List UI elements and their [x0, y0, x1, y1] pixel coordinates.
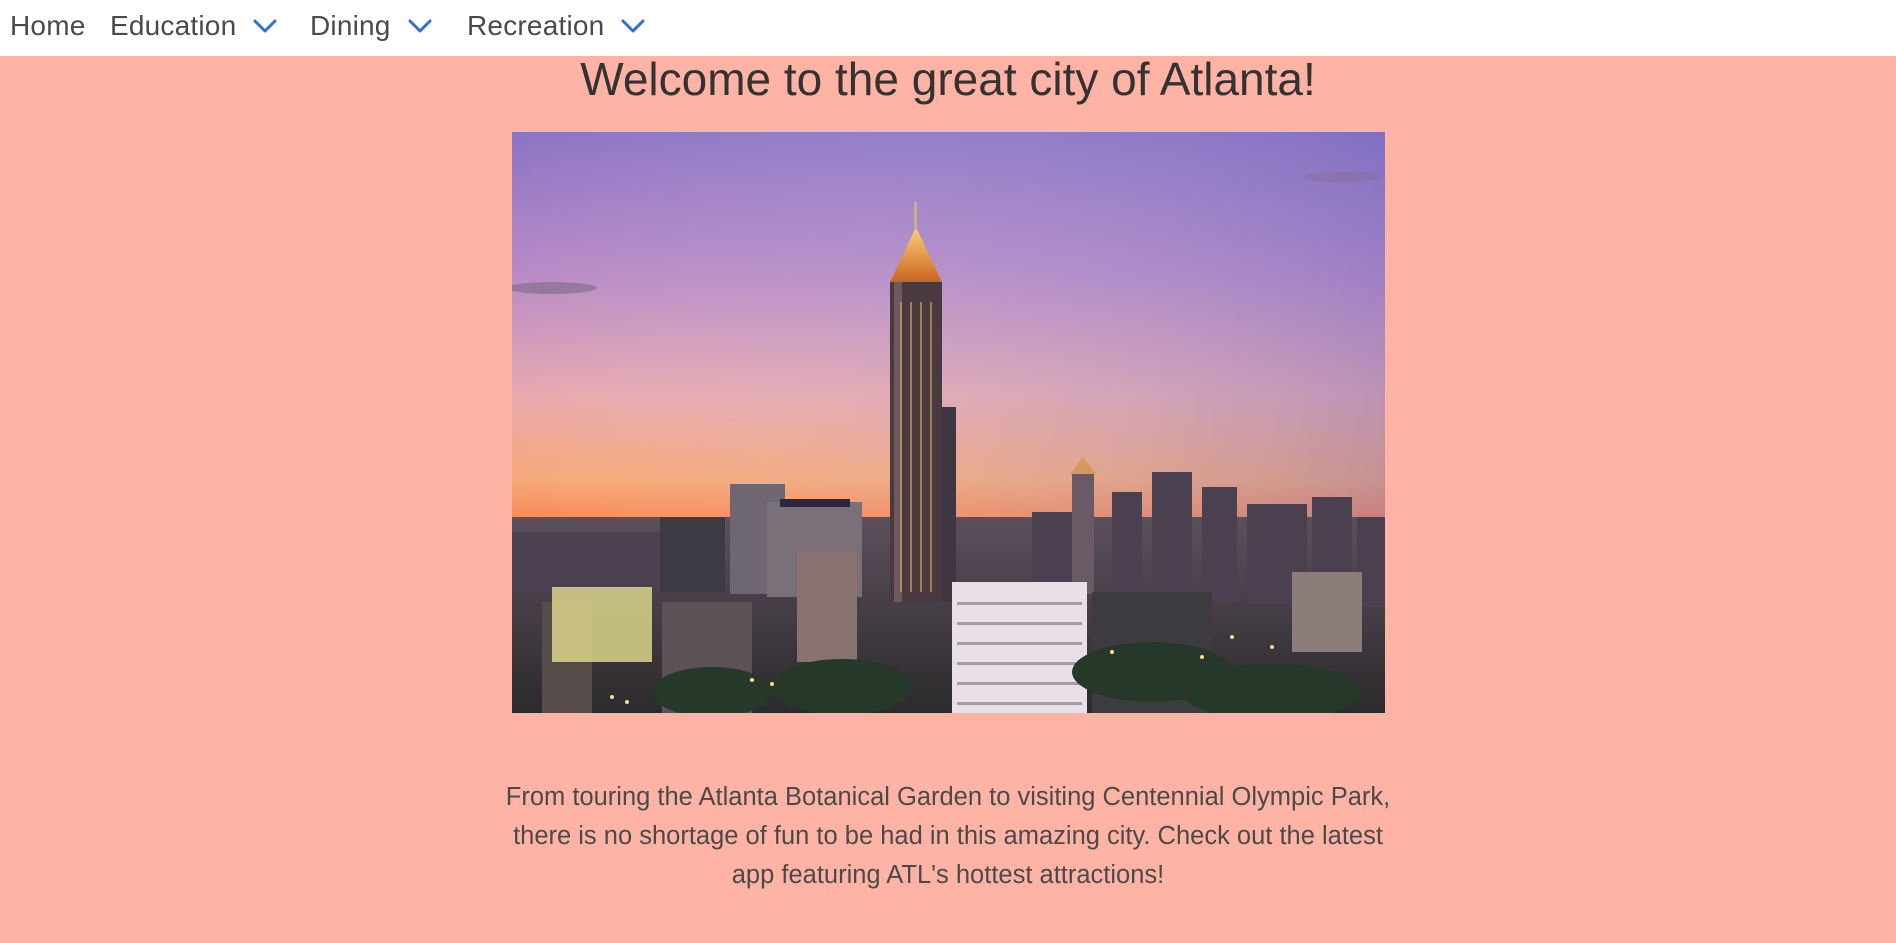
chevron-down-icon[interactable]: [618, 11, 648, 41]
nav-item-education-label: Education: [110, 10, 237, 41]
nav-item-dining-label: Dining: [310, 10, 391, 41]
top-navbar: Home Education Dining Recreation: [0, 0, 1896, 56]
nav-item-recreation-label: Recreation: [467, 10, 605, 41]
intro-paragraph: From touring the Atlanta Botanical Garde…: [505, 783, 1391, 889]
nav-item-education[interactable]: Education: [110, 10, 280, 42]
nav-item-dining[interactable]: Dining: [310, 10, 435, 42]
nav-item-home-label: Home: [10, 10, 86, 41]
chevron-down-icon[interactable]: [250, 11, 280, 41]
page-title: Welcome to the great city of Atlanta!: [580, 53, 1316, 105]
chevron-down-icon[interactable]: [405, 11, 435, 41]
atlanta-skyline-photo: [512, 132, 1385, 713]
nav-item-home[interactable]: Home: [10, 10, 86, 42]
nav-item-recreation[interactable]: Recreation: [467, 10, 648, 42]
